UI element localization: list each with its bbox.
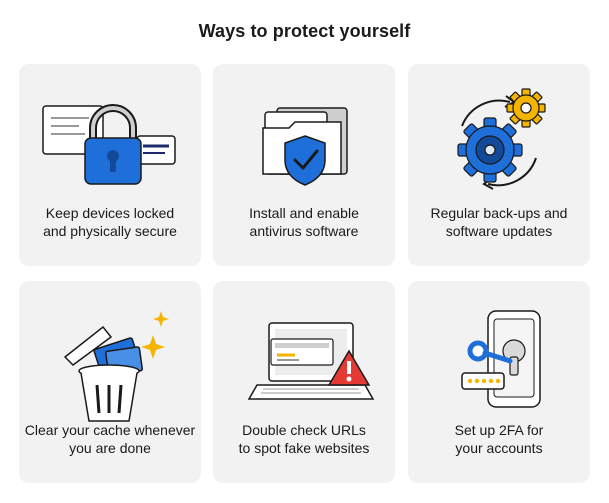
- card-setup-2fa: Set up 2FA for your accounts: [408, 281, 590, 483]
- laptop-warning-icon: [247, 322, 375, 400]
- card-caption-line1: Install and enable: [249, 205, 359, 221]
- card-caption-line2: you are done: [69, 440, 151, 456]
- card-backups-updates: Regular back-ups and software updates: [408, 64, 590, 266]
- card-caption-line1: Clear your cache whenever: [24, 422, 196, 438]
- card-caption-line1: Double check URLs: [242, 422, 366, 438]
- card-keep-devices-locked: Keep devices locked and physically secur…: [19, 64, 201, 266]
- page-title: Ways to protect yourself: [198, 21, 411, 41]
- card-caption-line2: your accounts: [455, 440, 543, 456]
- card-caption-line1: Regular back-ups and: [430, 205, 568, 221]
- card-caption-line1: Keep devices locked: [45, 205, 175, 221]
- card-caption-line2: software updates: [445, 223, 553, 239]
- card-caption-line2: to spot fake websites: [238, 440, 370, 456]
- card-check-urls: Double check URLs to spot fake websites: [213, 281, 395, 483]
- card-install-antivirus: Install and enable antivirus software: [213, 64, 395, 266]
- card-caption-line2: and physically secure: [43, 223, 177, 239]
- gears-update-icon: [457, 88, 546, 190]
- trash-cache-icon: [63, 311, 169, 422]
- phone-2fa-key-icon: [461, 310, 541, 408]
- antivirus-shield-icon: [262, 107, 348, 186]
- card-caption-line1: Set up 2FA for: [454, 422, 544, 438]
- card-caption-line2: antivirus software: [249, 223, 359, 239]
- card-clear-cache: Clear your cache whenever you are done: [19, 281, 201, 483]
- padlock-icon: [42, 104, 176, 185]
